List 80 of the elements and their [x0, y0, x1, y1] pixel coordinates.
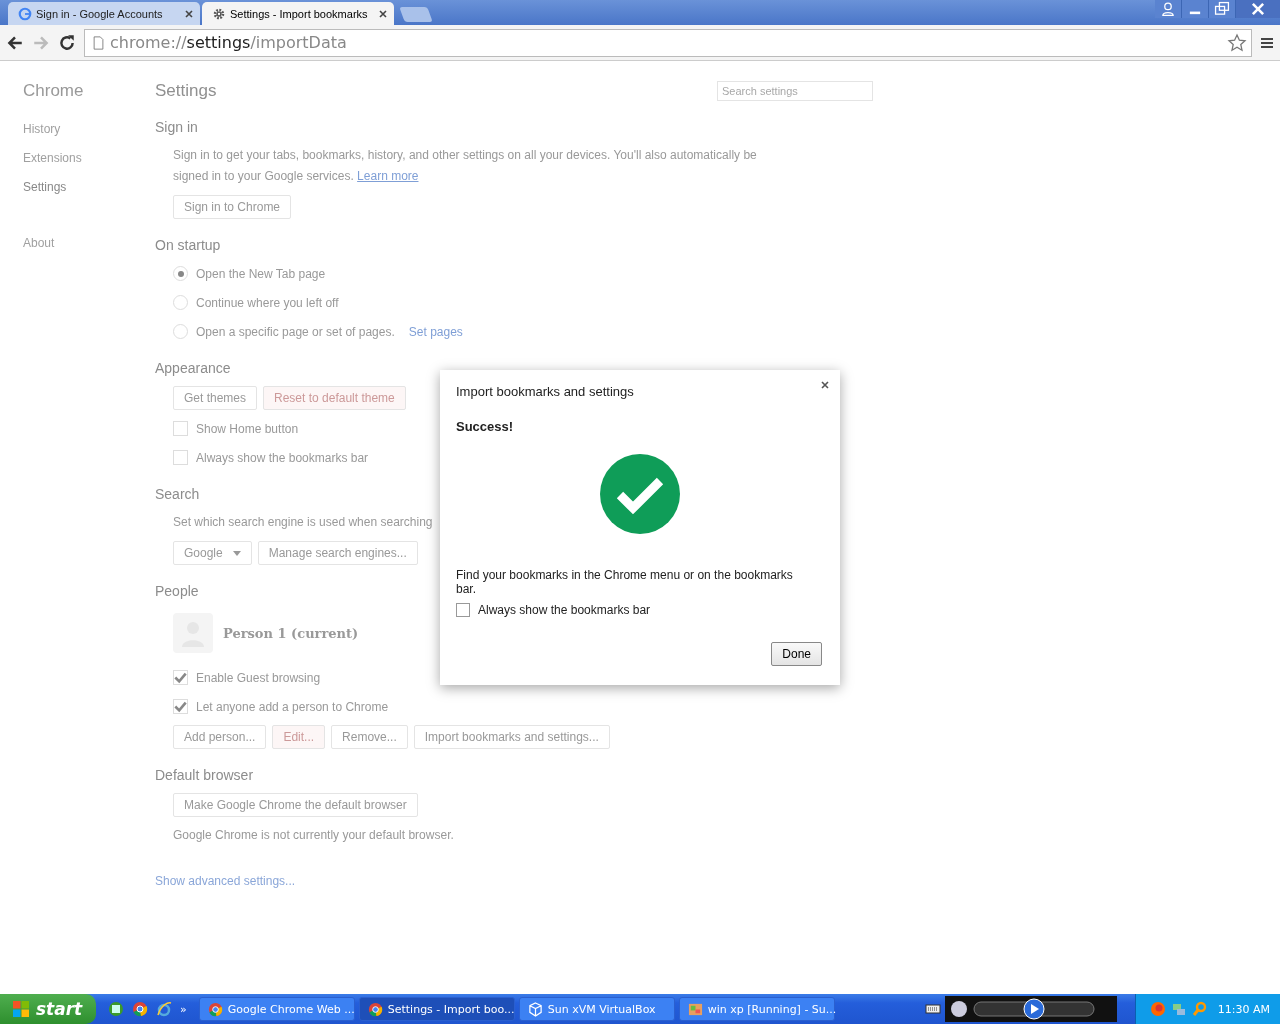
minimize-icon[interactable] [1182, 0, 1208, 18]
sidebar-item[interactable]: About [0, 235, 155, 264]
sign-in-description: Sign in to get your tabs, bookmarks, history, and other settings on all your devices. You'll also automatically be signed in to your Google services. Learn more [173, 147, 758, 185]
reload-icon[interactable] [58, 33, 76, 52]
browser-tab[interactable]: Sign in - Google Accounts [8, 2, 200, 25]
address-bar[interactable]: chrome://settings/importData [84, 28, 1252, 57]
person-name: Person 1 (current) [223, 625, 359, 641]
keyboard-icon[interactable] [924, 1003, 941, 1015]
people-button[interactable]: Add person... [173, 725, 267, 749]
theme-button[interactable]: Reset to default theme [263, 386, 406, 410]
search-engine-dropdown[interactable]: Google [173, 541, 252, 565]
media-player-toolbar[interactable] [944, 996, 1117, 1022]
section-heading: On startup [155, 237, 221, 253]
checkbox[interactable] [456, 603, 470, 617]
restore-icon[interactable] [1209, 0, 1235, 18]
manage-search-engines-button[interactable]: Manage search engines... [257, 541, 418, 565]
page-icon [93, 35, 104, 50]
dialog-title: Import bookmarks and settings [456, 384, 634, 399]
checkbox-label: Always show the bookmarks bar [196, 450, 369, 465]
close-icon[interactable] [820, 380, 830, 390]
page-title: Settings [155, 81, 217, 101]
radio-label: Open a specific page or set of pages. [196, 324, 395, 339]
windows-flag-icon [12, 1000, 30, 1018]
set-pages-link[interactable]: Set pages [408, 324, 463, 339]
checkbox-label: Enable Guest browsing [196, 670, 321, 685]
dialog-message: Find your bookmarks in the Chrome menu or on the bookmarks bar. [456, 568, 794, 596]
close-icon[interactable] [184, 8, 194, 19]
close-icon[interactable] [1236, 0, 1280, 18]
learn-more-link[interactable]: Learn more [357, 169, 419, 183]
sidebar-item[interactable]: Extensions [0, 150, 155, 179]
virtual-machine-icon [687, 1001, 703, 1017]
desktop-icon[interactable] [108, 1001, 124, 1017]
checkmark-icon [600, 454, 680, 534]
section-heading: Default browser [155, 767, 254, 783]
close-icon[interactable] [378, 8, 388, 19]
sidebar-title: Chrome [22, 81, 85, 101]
taskbar-button[interactable]: Settings - Import boo... [358, 997, 515, 1021]
browser-tab[interactable]: Settings - Import bookmarks [202, 2, 394, 25]
chrome-icon [207, 1001, 223, 1017]
google-g-icon [18, 6, 32, 21]
taskbar-button[interactable]: win xp [Running] - Su... [678, 997, 835, 1021]
clock: 11:30 AM [1217, 1002, 1270, 1016]
checkbox-label: Let anyone add a person to Chrome [196, 699, 389, 714]
section-heading: People [155, 583, 199, 599]
star-icon[interactable] [1227, 32, 1247, 53]
new-tab-button[interactable] [399, 7, 433, 22]
checkbox-label: Always show the bookmarks bar [478, 603, 651, 617]
taskbar-button[interactable]: Sun xVM VirtualBox [518, 997, 675, 1021]
section-heading: Appearance [155, 360, 231, 376]
taskbar-button[interactable]: Google Chrome Web ... [198, 997, 355, 1021]
section-heading: Search [155, 486, 200, 502]
user-icon[interactable] [1155, 0, 1181, 18]
caret-icon [232, 550, 241, 556]
radio-label: Open the New Tab page [196, 266, 326, 281]
advanced-settings-link[interactable]: Show advanced settings... [155, 874, 775, 888]
default-browser-status: Google Chrome is not currently your default browser. [173, 827, 455, 844]
chrome-icon [367, 1001, 383, 1017]
avatar-icon [173, 613, 213, 653]
chrome-icon[interactable] [132, 1001, 148, 1017]
people-button[interactable]: Import bookmarks and settings... [413, 725, 610, 749]
search-description: Set which search engine is used when searching [173, 514, 434, 531]
more-chevron[interactable]: » [180, 1003, 187, 1016]
gear-icon [212, 6, 226, 21]
start-button[interactable]: start [0, 994, 96, 1024]
cube-icon [527, 1001, 543, 1017]
sidebar-item[interactable]: Settings [0, 179, 155, 208]
default-browser-button[interactable]: Make Google Chrome the default browser [173, 793, 418, 817]
sidebar-item[interactable]: History [0, 121, 155, 150]
people-button[interactable]: Remove... [331, 725, 408, 749]
success-heading: Success! [456, 419, 515, 434]
people-button[interactable]: Edit... [272, 725, 326, 749]
search-field[interactable]: Search settings [717, 81, 873, 101]
radio-label: Continue where you left off [196, 295, 339, 310]
theme-button[interactable]: Get themes [173, 386, 258, 410]
sign-in-button[interactable]: Sign in to Chrome [173, 195, 292, 219]
internet-explorer-icon[interactable] [156, 1001, 172, 1017]
checkbox-label: Show Home button [196, 421, 299, 436]
done-button[interactable]: Done [771, 642, 822, 666]
menu-icon[interactable] [1260, 35, 1274, 50]
section-heading: Sign in [155, 119, 198, 135]
